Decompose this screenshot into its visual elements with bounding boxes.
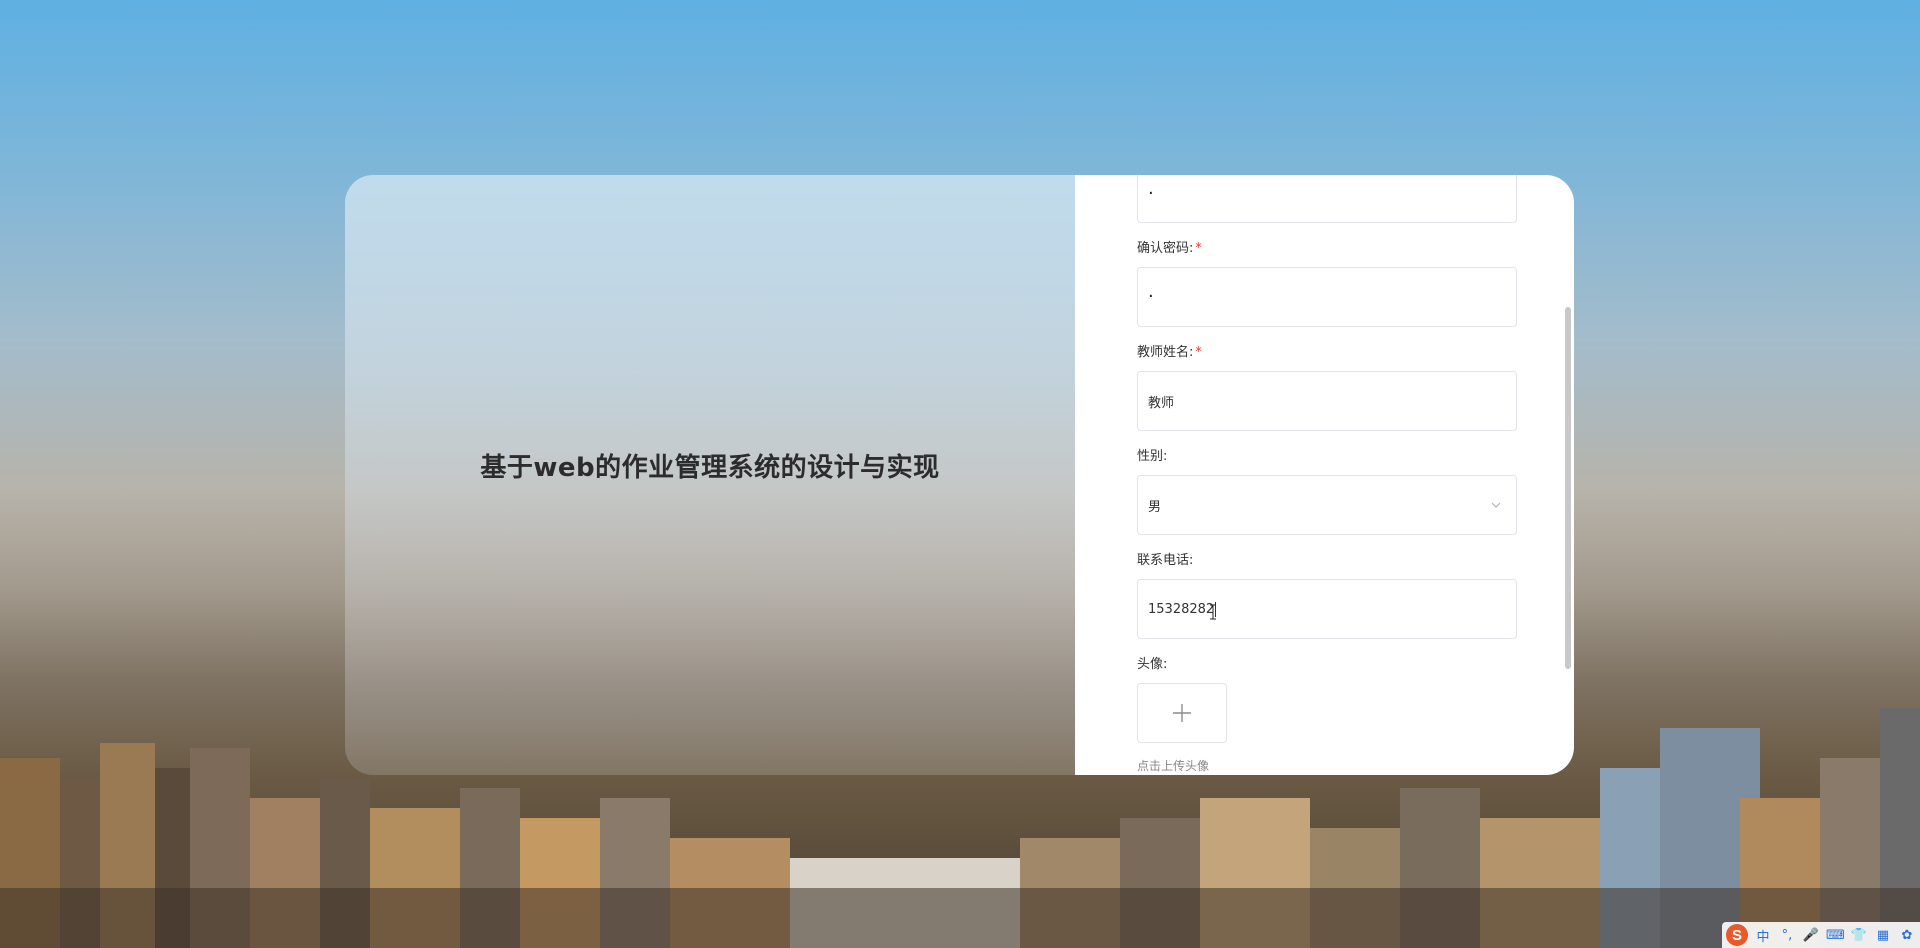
gender-selected-value: 男 [1148,499,1162,515]
confirm-password-label-text: 确认密码: [1137,241,1194,256]
teacher-name-value: 教师 [1148,395,1175,411]
password-input[interactable]: · [1137,175,1517,223]
toolbox-icon[interactable]: ▦ [1874,928,1892,943]
i-beam-cursor-icon [1210,604,1216,620]
ime-lang-toggle[interactable]: 中 [1754,926,1772,945]
title-panel: 基于web的作业管理系统的设计与实现 [345,175,1075,775]
teacher-name-label: 教师姓名: * [1137,343,1517,363]
password-value: · [1148,183,1154,204]
avatar-label: 头像: [1137,657,1168,672]
sogou-ime-icon[interactable]: S [1726,924,1748,946]
register-card: 基于web的作业管理系统的设计与实现 · 确认密码: * · 教师姓名: * 教师 … [345,175,1574,775]
gender-select[interactable]: 男 [1137,475,1517,535]
page-title: 基于web的作业管理系统的设计与实现 [480,452,940,483]
avatar-upload-button[interactable] [1137,683,1227,743]
gender-label: 性别: [1137,449,1168,464]
register-form-panel[interactable]: · 确认密码: * · 教师姓名: * 教师 性别: 男 联系电话: 15328… [1075,175,1574,775]
register-form: · 确认密码: * · 教师姓名: * 教师 性别: 男 联系电话: 15328… [1137,175,1517,774]
phone-input[interactable]: 15328282 [1137,579,1517,639]
plus-icon [1173,704,1191,722]
keyboard-icon[interactable]: ⌨ [1826,928,1845,943]
skin-icon[interactable]: 👕 [1850,928,1868,943]
required-mark: * [1195,241,1202,256]
phone-label: 联系电话: [1137,553,1194,568]
teacher-name-label-text: 教师姓名: [1137,345,1194,360]
ime-toolbar[interactable]: S 中 °, 🎤 ⌨ 👕 ▦ ✿ [1722,922,1920,948]
required-mark: * [1195,345,1202,360]
form-scrollbar-thumb[interactable] [1565,307,1571,669]
teacher-name-input[interactable]: 教师 [1137,371,1517,431]
avatar-hint: 点击上传头像 [1137,759,1210,773]
microphone-icon[interactable]: 🎤 [1802,928,1820,943]
extras-icon[interactable]: ✿ [1898,928,1916,943]
confirm-password-label: 确认密码: * [1137,239,1517,259]
chevron-down-icon [1491,502,1501,508]
confirm-password-input[interactable]: · [1137,267,1517,327]
phone-value: 15328282 [1148,601,1215,617]
ime-punct-toggle[interactable]: °, [1778,928,1796,943]
confirm-password-value: · [1148,286,1154,307]
